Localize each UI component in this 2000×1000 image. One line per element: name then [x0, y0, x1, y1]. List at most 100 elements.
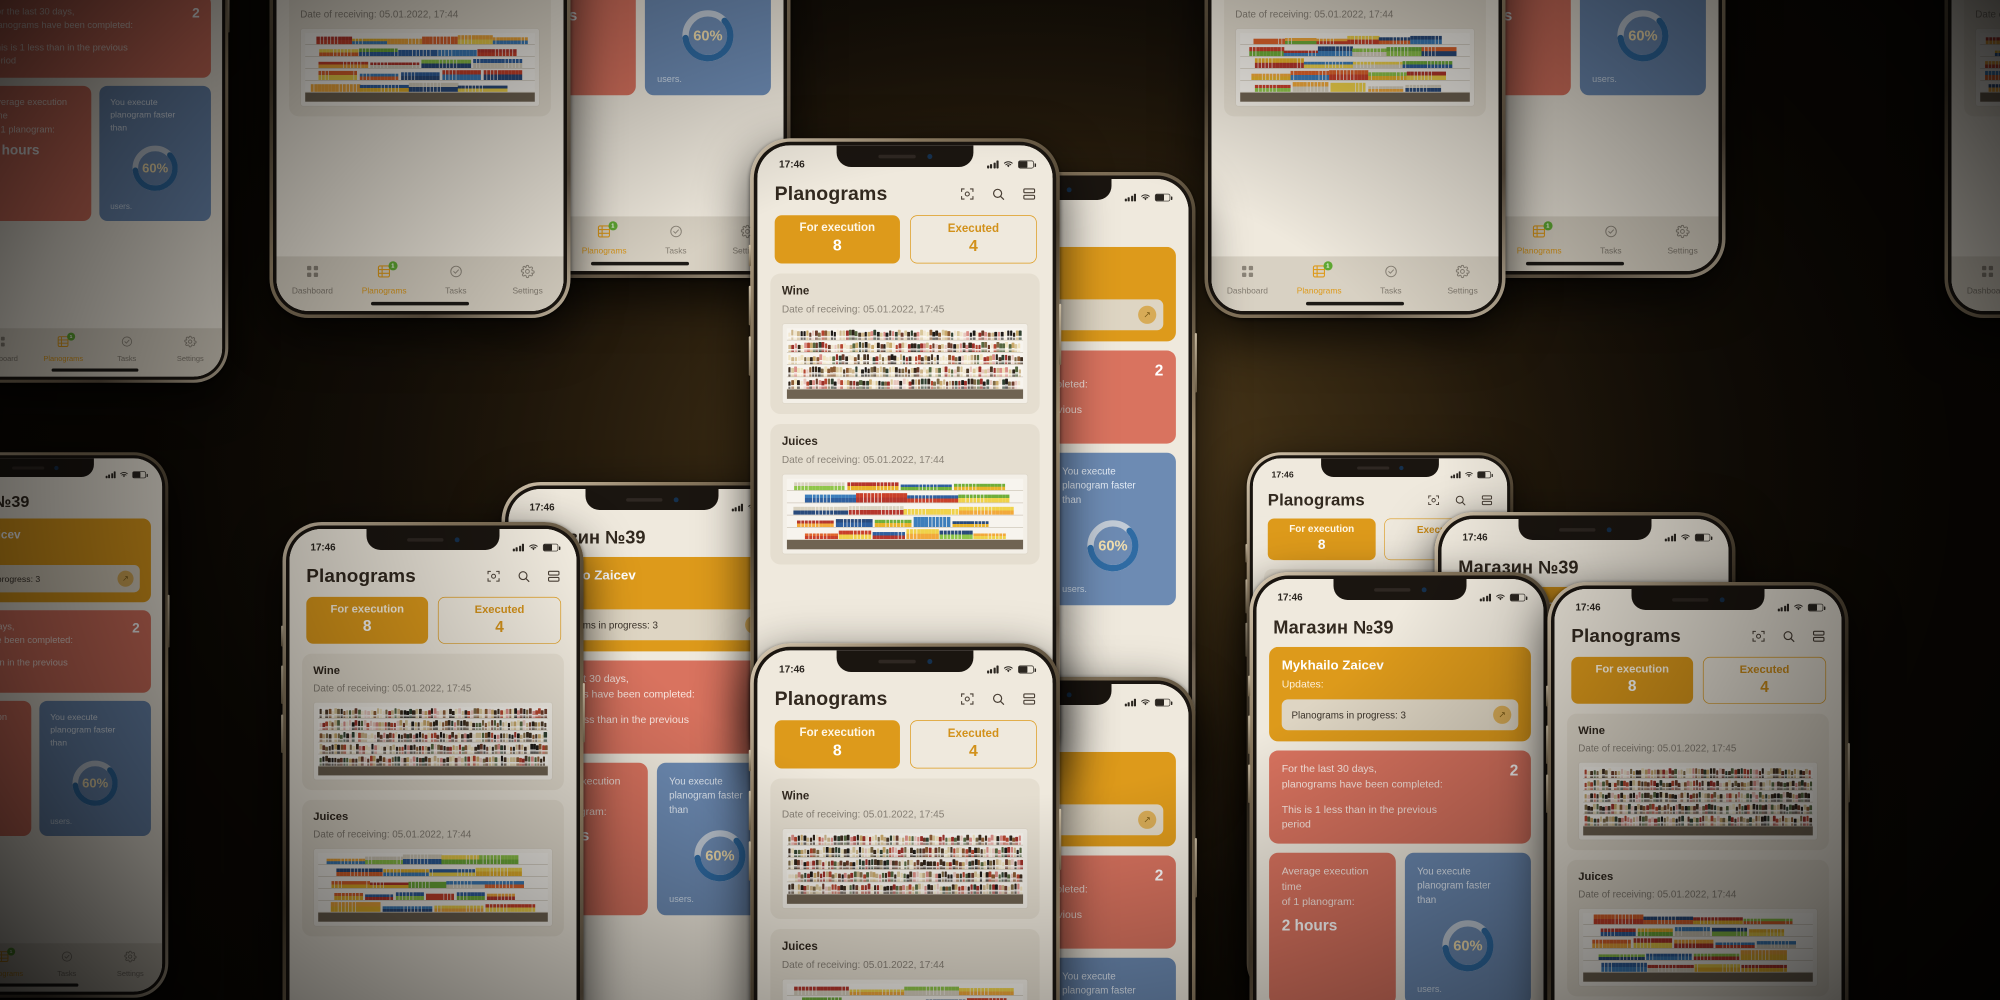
planogram-image-wrap [781, 978, 1029, 1000]
cellular-bars-icon [986, 160, 999, 169]
nav-item-planograms[interactable]: 1 Planograms [1503, 221, 1575, 256]
juices-shelf-planogram [786, 478, 1024, 550]
layout-icon[interactable] [1480, 494, 1493, 507]
planogram-list[interactable]: Wine Date of receiving: 05.01.2022, 17:4… [1555, 713, 1842, 1000]
layout-icon[interactable] [1022, 691, 1037, 706]
planogram-list[interactable]: Wine Date of receiving: 05.01.2022, 17:4… [277, 0, 564, 256]
search-icon[interactable] [1454, 494, 1467, 507]
scan-icon[interactable] [1427, 494, 1440, 507]
filter-tabs[interactable]: For execution 8 Executed 4 [757, 212, 1053, 274]
battery-icon [132, 471, 148, 478]
nav-item-settings[interactable]: Settings [1647, 224, 1719, 256]
tab-label: Executed [474, 603, 525, 616]
planogram-title: Juices [781, 940, 818, 953]
nav-item-planograms[interactable]: 1 Planograms [1283, 261, 1355, 296]
search-icon[interactable] [516, 569, 531, 584]
progress-pill[interactable]: Planograms in progress: 3 ↗ [1281, 699, 1519, 731]
search-icon[interactable] [991, 186, 1006, 201]
nav-item-settings[interactable]: Settings [1427, 264, 1499, 296]
tab-for-execution[interactable]: For execution 8 [1267, 518, 1376, 561]
nav-badge: 1 [608, 221, 618, 231]
arrow-up-right-icon[interactable]: ↗ [1138, 305, 1157, 324]
completed-text: For the last 30 days,planograms have bee… [1281, 763, 1443, 791]
tab-count: 4 [495, 617, 504, 636]
progress-pill[interactable]: Planograms in progress: 3 ↗ [0, 565, 140, 593]
planogram-list[interactable]: Wine Date of receiving: 05.01.2022, 17:4… [290, 653, 577, 1000]
speed-card: You executeplanogram fasterthan 60% user… [1404, 852, 1531, 1000]
nav-item-dashboard[interactable]: Dashboard [1952, 264, 2000, 296]
cellular-bars-icon [1450, 471, 1461, 478]
nav-item-settings[interactable]: Settings [99, 950, 163, 978]
layout-icon[interactable] [1811, 629, 1826, 644]
nav-item-tasks[interactable]: Tasks [1355, 264, 1427, 296]
nav-item-label: Tasks [117, 354, 137, 363]
layout-icon[interactable] [546, 569, 561, 584]
nav-badge: 1 [6, 947, 16, 956]
phone-mockup: 17:46 Planograms For execution 8 Execute… [1944, 0, 2000, 318]
nav-item-planograms[interactable]: 1 Planograms [348, 261, 420, 296]
planogram-card[interactable]: Juices Date of receiving: 05.01.2022, 17… [770, 929, 1040, 1000]
nav-item-tasks[interactable]: Tasks [95, 335, 159, 363]
juices-shelf-planogram [318, 853, 548, 922]
arrow-up-right-icon[interactable]: ↗ [1493, 705, 1512, 724]
arrow-up-right-icon[interactable]: ↗ [117, 570, 134, 587]
check-circle-icon [120, 335, 133, 351]
planogram-card[interactable]: Juices Date of receiving: 05.01.2022, 17… [770, 424, 1040, 565]
planogram-list[interactable]: Wine Date of receiving: 05.01.2022, 17:4… [1212, 0, 1499, 256]
planogram-card[interactable]: Juices Date of receiving: 05.01.2022, 17… [1964, 0, 2000, 117]
tab-executed[interactable]: Executed 4 [910, 720, 1037, 769]
tab-for-execution[interactable]: For execution 8 [306, 596, 429, 644]
planogram-card[interactable]: Wine Date of receiving: 05.01.2022, 17:4… [302, 653, 564, 791]
nav-item-tasks[interactable]: Tasks [420, 264, 492, 296]
planogram-card[interactable]: Juices Date of receiving: 05.01.2022, 17… [289, 0, 551, 117]
nav-item-dashboard[interactable]: Dashboard [277, 264, 349, 296]
speed-percent: 60% [693, 29, 722, 45]
nav-item-tasks[interactable]: Tasks [640, 224, 712, 256]
user-name: Mykhailo Zaicev [1281, 658, 1384, 673]
scan-icon[interactable] [960, 691, 975, 706]
tab-for-execution[interactable]: For execution 8 [1571, 656, 1694, 704]
filter-tabs[interactable]: For execution 8 Executed 4 [1554, 654, 1842, 714]
filter-tabs[interactable]: For execution 8 Executed 4 [757, 717, 1053, 779]
planogram-card[interactable]: Wine Date of receiving: 05.01.2022, 17:4… [770, 778, 1040, 919]
planograms-screen: 17:46 Planograms For execution 8 Execute… [289, 529, 577, 1000]
search-icon[interactable] [1781, 629, 1796, 644]
nav-item-tasks[interactable]: Tasks [1575, 224, 1647, 256]
arrow-up-right-icon[interactable]: ↗ [1138, 810, 1157, 829]
planogram-card[interactable]: Juices Date of receiving: 05.01.2022, 17… [302, 799, 564, 937]
planogram-list[interactable]: Wine Date of receiving: 05.01.2022, 17:4… [1952, 0, 2000, 256]
filter-tabs[interactable]: For execution 8 Executed 4 [289, 594, 577, 654]
planogram-card[interactable]: Juices Date of receiving: 05.01.2022, 17… [1224, 0, 1486, 117]
scan-icon[interactable] [1751, 629, 1766, 644]
nav-item-planograms[interactable]: 1 Planograms [0, 947, 35, 978]
tab-count: 8 [362, 617, 372, 635]
nav-item-settings[interactable]: Settings [159, 335, 223, 363]
juices-shelf-planogram [786, 983, 1024, 1000]
tab-for-execution[interactable]: For execution 8 [774, 720, 900, 769]
nav-item-planograms[interactable]: 1 Planograms [31, 332, 95, 363]
nav-item-settings[interactable]: Settings [492, 264, 564, 296]
tab-executed[interactable]: Executed 4 [1702, 656, 1827, 704]
nav-item-planograms[interactable]: 1 Planograms [568, 221, 640, 256]
planogram-title: Wine [313, 664, 340, 677]
scan-icon[interactable] [486, 569, 501, 584]
planogram-list[interactable]: Wine Date of receiving: 05.01.2022, 17:4… [757, 778, 1052, 1000]
search-icon[interactable] [991, 691, 1006, 706]
status-time: 17:46 [779, 663, 805, 675]
nav-item-dashboard[interactable]: Dashboard [0, 335, 31, 363]
tab-executed[interactable]: Executed 4 [910, 215, 1037, 264]
tab-for-execution[interactable]: For execution 8 [774, 215, 900, 264]
tab-executed[interactable]: Executed 4 [437, 596, 562, 644]
scan-icon[interactable] [960, 186, 975, 201]
nav-item-label: Tasks [57, 969, 77, 978]
status-time: 17:46 [1575, 601, 1601, 613]
layout-icon[interactable] [1022, 186, 1037, 201]
planogram-title: Juices [1235, 0, 1474, 4]
nav-item-dashboard[interactable]: Dashboard [1212, 264, 1284, 296]
nav-item-label: Dashboard [1966, 285, 2000, 296]
planogram-card[interactable]: Juices Date of receiving: 05.01.2022, 17… [1567, 859, 1829, 997]
nav-item-tasks[interactable]: Tasks [35, 950, 99, 978]
planogram-card[interactable]: Wine Date of receiving: 05.01.2022, 17:4… [1567, 713, 1829, 851]
planogram-card[interactable]: Wine Date of receiving: 05.01.2022, 17:4… [770, 273, 1040, 414]
bottom-nav-bar[interactable]: Dashboard 1 Planograms Tasks Settings [1951, 256, 2000, 311]
